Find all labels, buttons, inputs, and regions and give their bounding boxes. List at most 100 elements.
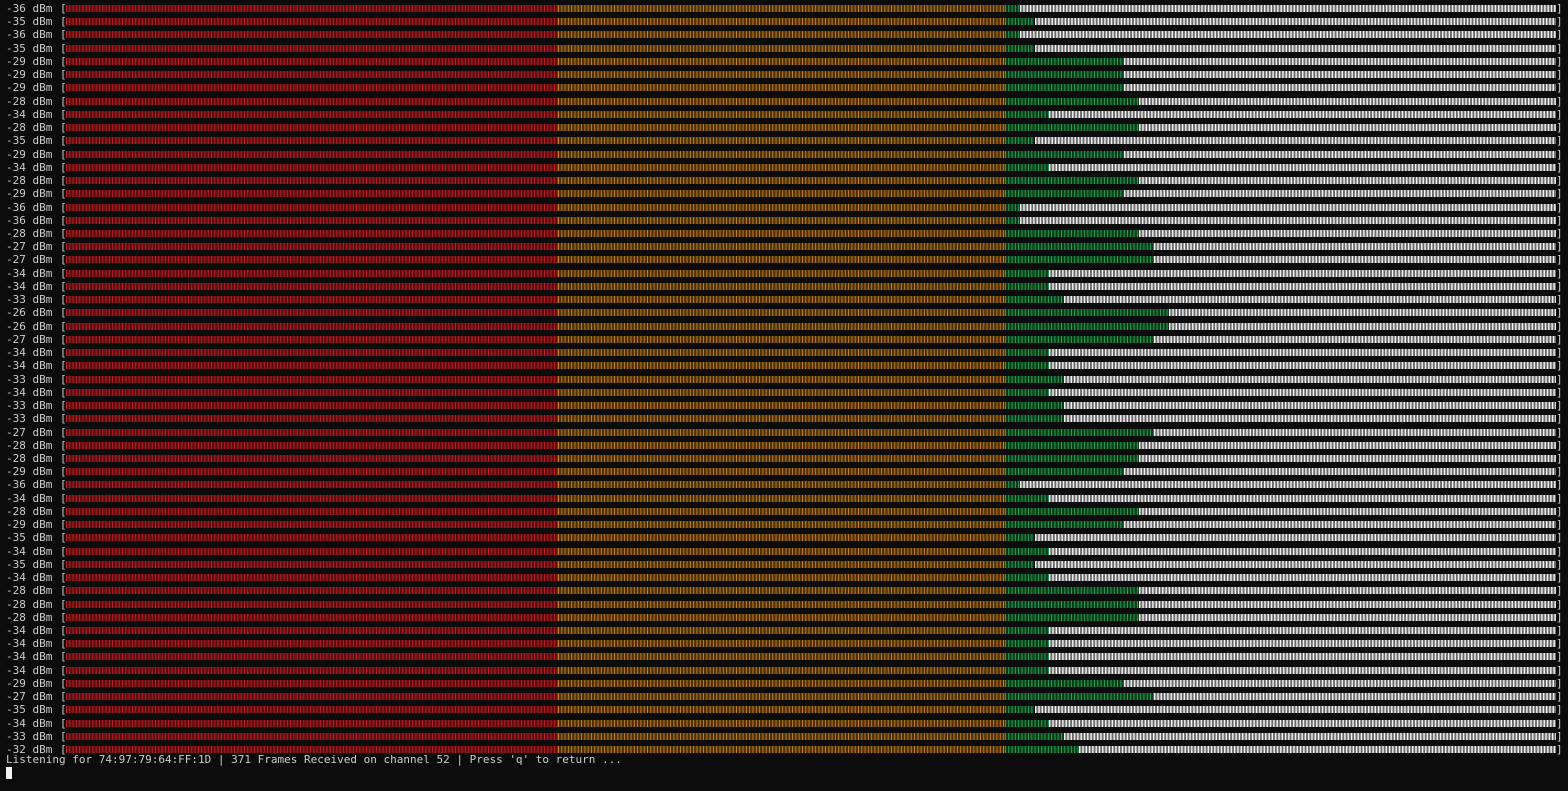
- bar-segment-red: [66, 243, 558, 251]
- bar-segment-green: [1004, 335, 1154, 343]
- bar-segment-red: [66, 203, 558, 211]
- signal-level-label: -35 dBm: [6, 15, 53, 29]
- bar-segment-red: [66, 335, 558, 343]
- signal-row: -35 dBm[]: [6, 134, 1563, 147]
- bar-segment-white: [1064, 732, 1556, 740]
- bar-segment-orange: [557, 494, 1005, 502]
- signal-row: -28 dBm[]: [6, 174, 1563, 187]
- bar-bracket-close: ]: [1556, 15, 1563, 29]
- bar-segment-red: [66, 640, 558, 648]
- signal-level-label: -26 dBm: [6, 306, 53, 320]
- bar-bracket-close: ]: [1556, 729, 1563, 743]
- bar-segment-green: [1004, 229, 1139, 237]
- bar-segment-green: [1004, 547, 1050, 555]
- bar-segment-orange: [557, 269, 1005, 277]
- bar-segment-green: [1004, 388, 1050, 396]
- signal-row: -36 dBm[]: [6, 478, 1563, 491]
- bar-segment-white: [1123, 468, 1556, 476]
- signal-level-label: -27 dBm: [6, 332, 53, 346]
- signal-level-label: -27 dBm: [6, 240, 53, 254]
- bar-segment-green: [1004, 124, 1139, 132]
- bar-segment-white: [1153, 256, 1556, 264]
- signal-row: -28 dBm[]: [6, 598, 1563, 611]
- signal-row: -28 dBm[]: [6, 611, 1563, 624]
- bar-segment-white: [1049, 719, 1556, 727]
- signal-level-label: -28 dBm: [6, 504, 53, 518]
- bar-segment-orange: [557, 441, 1005, 449]
- bar-bracket-close: ]: [1556, 81, 1563, 95]
- bar-segment-red: [66, 547, 558, 555]
- bar-segment-orange: [557, 613, 1005, 621]
- signal-level-label: -34 dBm: [6, 491, 53, 505]
- bar-segment-orange: [557, 746, 1005, 754]
- signal-row: -34 dBm[]: [6, 266, 1563, 280]
- signal-row: -28 dBm[]: [6, 504, 1563, 518]
- terminal-window[interactable]: -36 dBm[] -35 dBm[] -36 dBm[] -35 dBm[] -29 …: [0, 0, 1568, 791]
- bar-segment-red: [66, 402, 558, 410]
- bar-segment-red: [66, 653, 558, 661]
- signal-level-label: -28 dBm: [6, 121, 53, 135]
- bar-segment-red: [66, 322, 558, 330]
- signal-level-label: -35 dBm: [6, 41, 53, 55]
- bar-segment-white: [1123, 150, 1556, 158]
- bar-segment-white: [1138, 177, 1556, 185]
- bar-segment-orange: [557, 282, 1005, 290]
- signal-row: -34 dBm[]: [6, 359, 1563, 372]
- bar-segment-green: [1004, 110, 1050, 118]
- bar-segment-white: [1138, 97, 1556, 105]
- signal-level-label: -34 dBm: [6, 637, 53, 651]
- bar-segment-red: [66, 190, 558, 198]
- signal-row: -28 dBm[]: [6, 452, 1563, 465]
- signal-level-label: -35 dBm: [6, 557, 53, 571]
- bar-segment-orange: [557, 97, 1005, 105]
- bar-segment-red: [66, 693, 558, 701]
- signal-row: -29 dBm[]: [6, 676, 1563, 690]
- bar-segment-red: [66, 216, 558, 224]
- bar-bracket-close: ]: [1556, 544, 1563, 558]
- bar-segment-green: [1004, 18, 1035, 26]
- signal-row: -28 dBm[]: [6, 584, 1563, 597]
- signal-level-label: -28 dBm: [6, 226, 53, 240]
- bar-segment-red: [66, 560, 558, 568]
- signal-row: -28 dBm[]: [6, 439, 1563, 452]
- bar-segment-white: [1123, 679, 1556, 687]
- text-cursor: [6, 767, 12, 779]
- signal-row: -34 dBm[]: [6, 491, 1563, 505]
- bar-segment-green: [1004, 309, 1169, 317]
- bar-segment-green: [1004, 216, 1020, 224]
- bar-bracket-close: ]: [1556, 690, 1563, 704]
- signal-level-label: -36 dBm: [6, 2, 53, 15]
- signal-level-label: -29 dBm: [6, 676, 53, 690]
- bar-segment-red: [66, 428, 558, 436]
- signal-row: -34 dBm[]: [6, 161, 1563, 174]
- bar-bracket-close: ]: [1556, 346, 1563, 360]
- signal-row: -34 dBm[]: [6, 346, 1563, 360]
- bar-segment-orange: [557, 190, 1005, 198]
- bar-bracket-close: ]: [1556, 743, 1563, 757]
- bar-bracket-close: ]: [1556, 703, 1563, 717]
- bar-bracket-close: ]: [1556, 332, 1563, 346]
- bar-segment-white: [1064, 402, 1556, 410]
- bar-segment-red: [66, 732, 558, 740]
- bar-segment-orange: [557, 57, 1005, 65]
- bar-segment-orange: [557, 587, 1005, 595]
- bar-segment-red: [66, 627, 558, 635]
- bar-segment-white: [1123, 190, 1556, 198]
- bar-bracket-close: ]: [1556, 399, 1563, 413]
- signal-row: -33 dBm[]: [6, 293, 1563, 306]
- bar-segment-white: [1049, 349, 1556, 357]
- bar-segment-white: [1123, 521, 1556, 529]
- bar-segment-red: [66, 375, 558, 383]
- bar-segment-orange: [557, 296, 1005, 304]
- signal-row: -26 dBm[]: [6, 320, 1563, 333]
- bar-segment-orange: [557, 693, 1005, 701]
- signal-level-label: -34 dBm: [6, 266, 53, 280]
- signal-row: -34 dBm[]: [6, 279, 1563, 293]
- bar-segment-green: [1004, 679, 1124, 687]
- bar-segment-white: [1138, 454, 1556, 462]
- bar-segment-white: [1123, 84, 1556, 92]
- bar-segment-green: [1004, 521, 1124, 529]
- signal-level-label: -27 dBm: [6, 425, 53, 439]
- bar-segment-red: [66, 507, 558, 515]
- bar-bracket-close: ]: [1556, 279, 1563, 293]
